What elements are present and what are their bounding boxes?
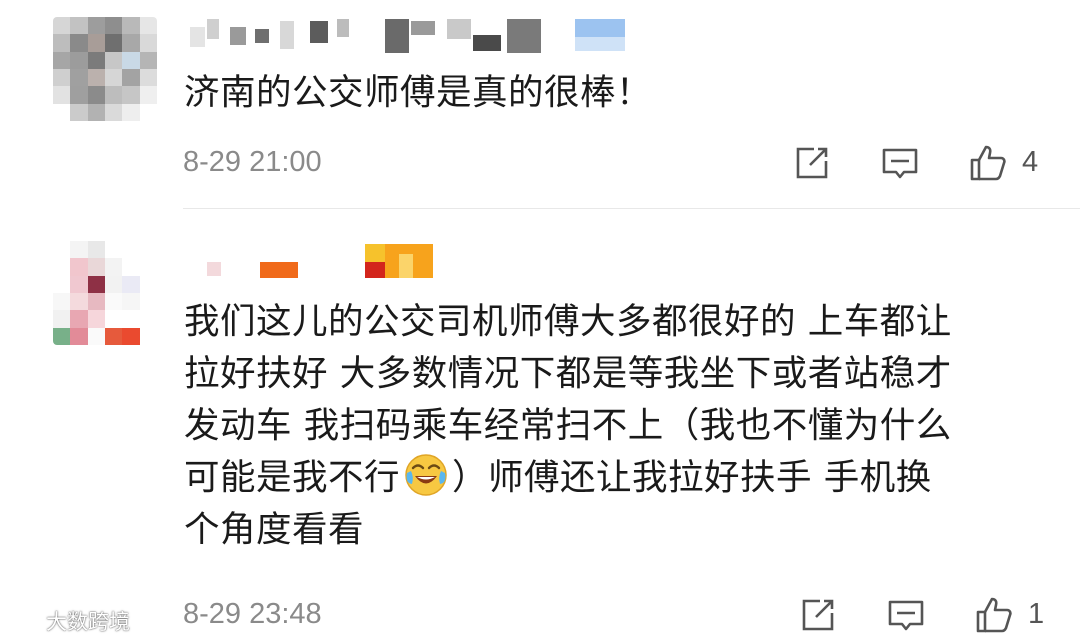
thumbs-up-icon xyxy=(970,145,1006,181)
comment-item: 我们这儿的公交司机师傅大多都很好的 上车都让 拉好扶好 大多数情况下都是等我坐下… xyxy=(0,209,1080,642)
comment-timestamp: 8-29 23:48 xyxy=(183,598,322,630)
forward-button[interactable] xyxy=(792,143,832,183)
comment-icon xyxy=(888,600,924,631)
watermark-text: 大数跨境 xyxy=(46,610,130,634)
like-count: 1 xyxy=(1028,598,1045,630)
watermark-logo-icon xyxy=(8,610,42,632)
comment-text: 我们这儿的公交司机师傅大多都很好的 上车都让 拉好扶好 大多数情况下都是等我坐下… xyxy=(184,296,1040,556)
like-count: 4 xyxy=(1022,146,1039,178)
like-button[interactable] xyxy=(968,143,1008,183)
like-button[interactable] xyxy=(974,595,1014,635)
comment-text: 济南的公交师傅是真的很棒！ xyxy=(184,72,653,113)
reply-button[interactable] xyxy=(880,143,920,183)
watermark: 大数跨境 xyxy=(8,606,130,636)
avatar[interactable] xyxy=(53,241,157,345)
comment-item: 济南的公交师傅是真的很棒！ 8-29 21:00 4 xyxy=(0,0,1080,209)
thumbs-up-icon xyxy=(976,597,1012,633)
forward-button[interactable] xyxy=(798,595,838,635)
share-edit-icon xyxy=(802,599,834,631)
username-blurred[interactable] xyxy=(185,17,635,57)
comment-meta: 8-29 21:00 4 xyxy=(183,139,1080,185)
reply-button[interactable] xyxy=(886,595,926,635)
share-edit-icon xyxy=(796,147,828,179)
username-blurred[interactable] xyxy=(185,244,445,284)
avatar[interactable] xyxy=(53,17,157,121)
comment-icon xyxy=(882,148,918,179)
comment-meta: 8-29 23:48 1 xyxy=(183,591,1080,637)
comment-timestamp: 8-29 21:00 xyxy=(183,146,322,178)
laugh-cry-emoji xyxy=(404,453,448,497)
